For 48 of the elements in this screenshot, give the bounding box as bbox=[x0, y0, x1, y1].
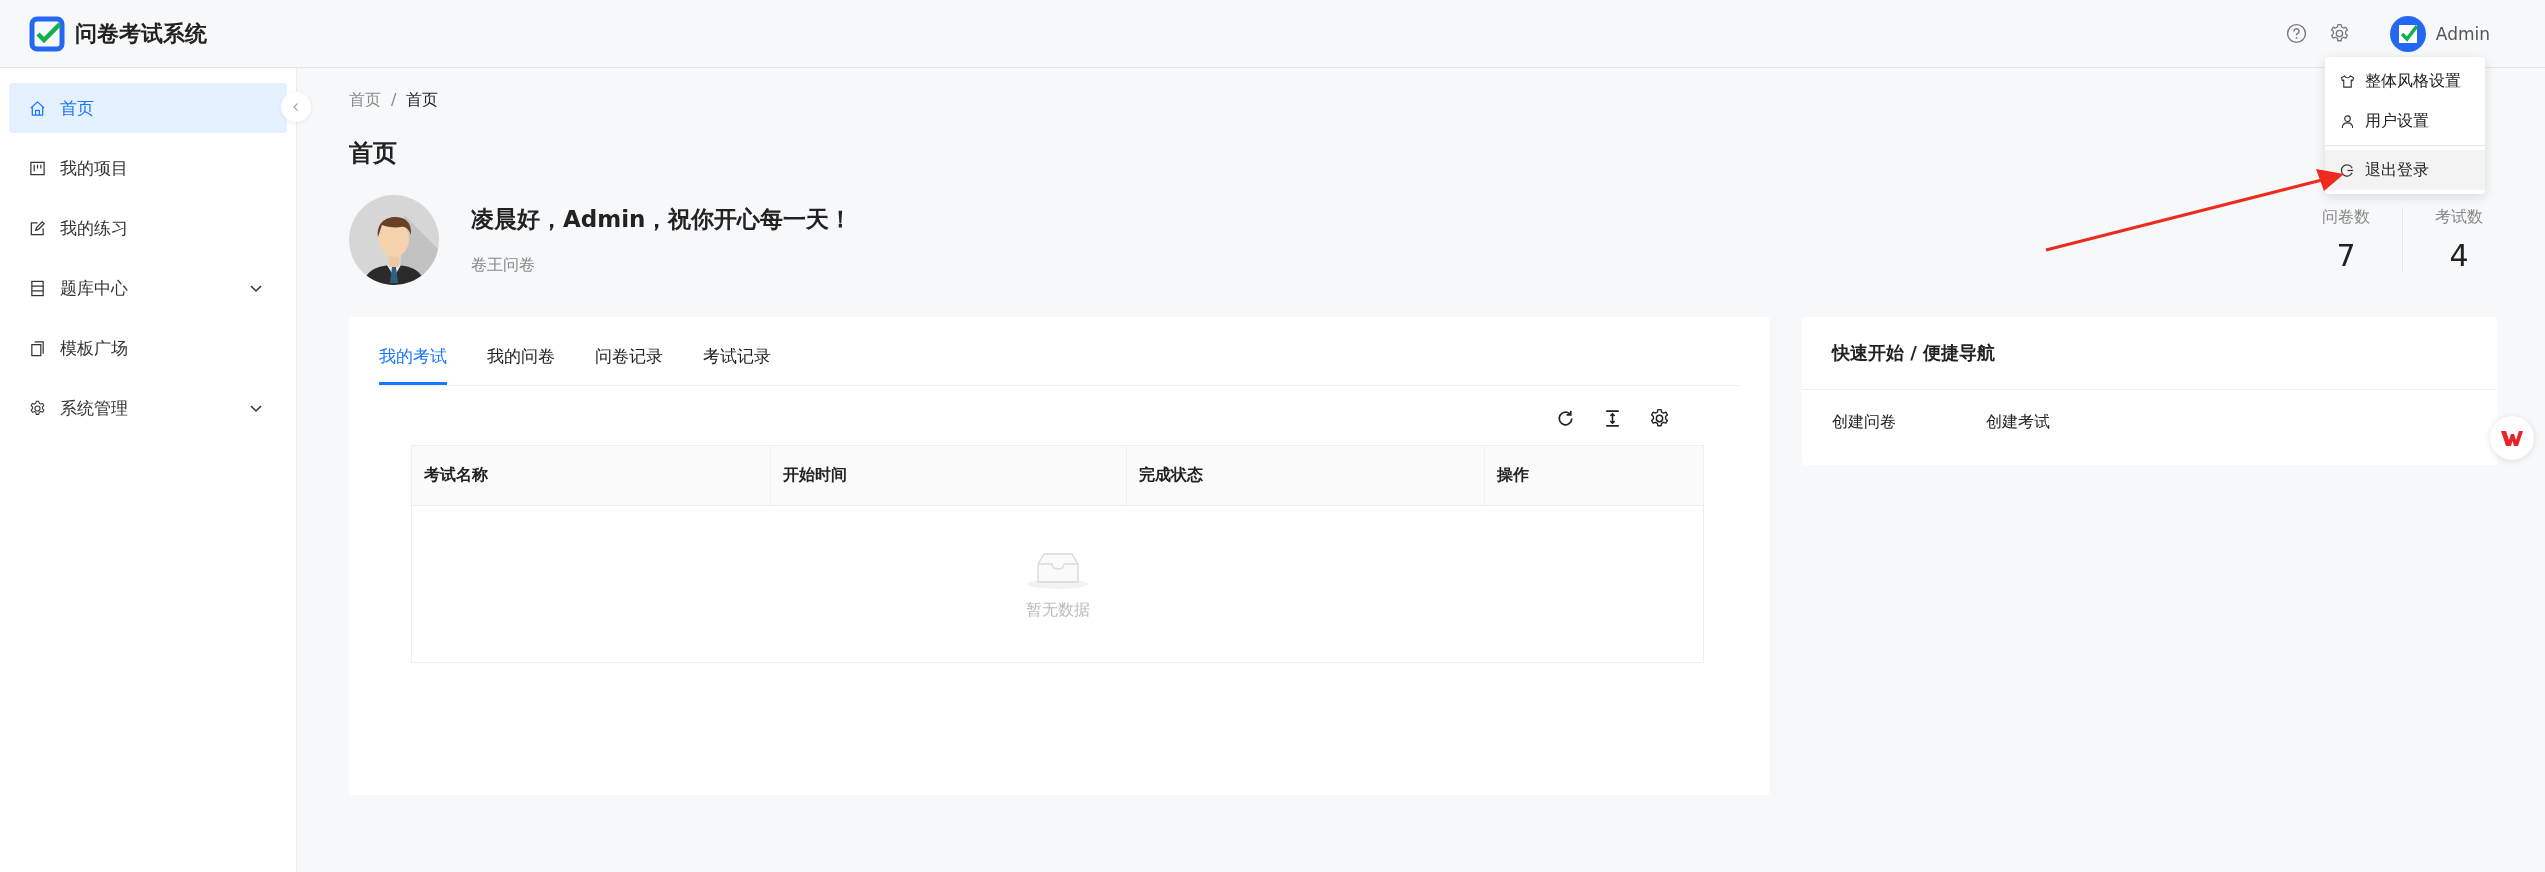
sidebar-item[interactable]: 题库中心 bbox=[9, 263, 287, 313]
settings-icon[interactable] bbox=[1649, 408, 1670, 429]
tab[interactable]: 我的考试 bbox=[379, 345, 447, 385]
column-header: 考试名称 bbox=[423, 464, 489, 486]
column-header: 开始时间 bbox=[769, 446, 1127, 505]
tab[interactable]: 我的问卷 bbox=[487, 345, 555, 385]
greeting-text: 凌晨好，Admin，祝你开心每一天！ bbox=[471, 205, 854, 234]
help-icon[interactable] bbox=[2285, 23, 2307, 44]
quick-link[interactable]: 创建问卷 bbox=[1832, 412, 1896, 433]
menu-item[interactable]: 用户设置 bbox=[2325, 101, 2485, 141]
board-icon bbox=[29, 159, 46, 177]
stat-label: 问卷数 bbox=[2322, 207, 2370, 228]
tab[interactable]: 问卷记录 bbox=[595, 345, 663, 385]
menu-item[interactable]: 退出登录 bbox=[2325, 150, 2485, 190]
stat-value: 7 bbox=[2336, 238, 2356, 273]
edit-icon bbox=[29, 219, 46, 237]
logo-icon bbox=[2500, 428, 2524, 448]
quick-link[interactable]: 创建考试 bbox=[1986, 412, 2050, 433]
column-header: 完成状态 bbox=[1126, 446, 1485, 505]
list-icon bbox=[29, 279, 46, 297]
sidebar-item[interactable]: 我的练习 bbox=[9, 203, 287, 253]
subtitle-text: 卷王问卷 bbox=[471, 255, 536, 276]
page-title: 首页 bbox=[349, 138, 398, 169]
user-icon bbox=[2340, 113, 2355, 129]
refresh-icon[interactable] bbox=[1555, 408, 1576, 429]
breadcrumb-separator: / bbox=[391, 90, 397, 111]
copy-icon bbox=[29, 339, 46, 357]
tab[interactable]: 考试记录 bbox=[703, 345, 771, 385]
sidebar-item[interactable]: 我的项目 bbox=[9, 143, 287, 193]
menu-item[interactable]: 整体风格设置 bbox=[2325, 61, 2485, 101]
home-icon bbox=[29, 99, 46, 117]
breadcrumb-item[interactable]: 首页 bbox=[406, 90, 439, 111]
logout-icon bbox=[2340, 162, 2355, 178]
logo-icon bbox=[29, 15, 65, 52]
column-header: 操作 bbox=[1484, 446, 1703, 505]
card-title: 快速开始 / 便捷导航 bbox=[1802, 317, 2497, 390]
sidebar-item[interactable]: 系统管理 bbox=[9, 383, 287, 433]
stat-label: 考试数 bbox=[2435, 207, 2483, 228]
user-name[interactable]: Admin bbox=[2435, 23, 2490, 44]
shirt-icon bbox=[2340, 73, 2355, 89]
stat-value: 4 bbox=[2449, 238, 2469, 273]
empty-text: 暂无数据 bbox=[1025, 599, 1090, 621]
user-avatar[interactable] bbox=[2389, 15, 2426, 52]
app-title: 问卷考试系统 bbox=[75, 19, 207, 48]
floating-app-button[interactable] bbox=[2490, 416, 2534, 460]
sidebar-item[interactable]: 首页 bbox=[9, 83, 287, 133]
sidebar-item[interactable]: 模板广场 bbox=[9, 323, 287, 373]
settings-icon bbox=[29, 399, 46, 417]
